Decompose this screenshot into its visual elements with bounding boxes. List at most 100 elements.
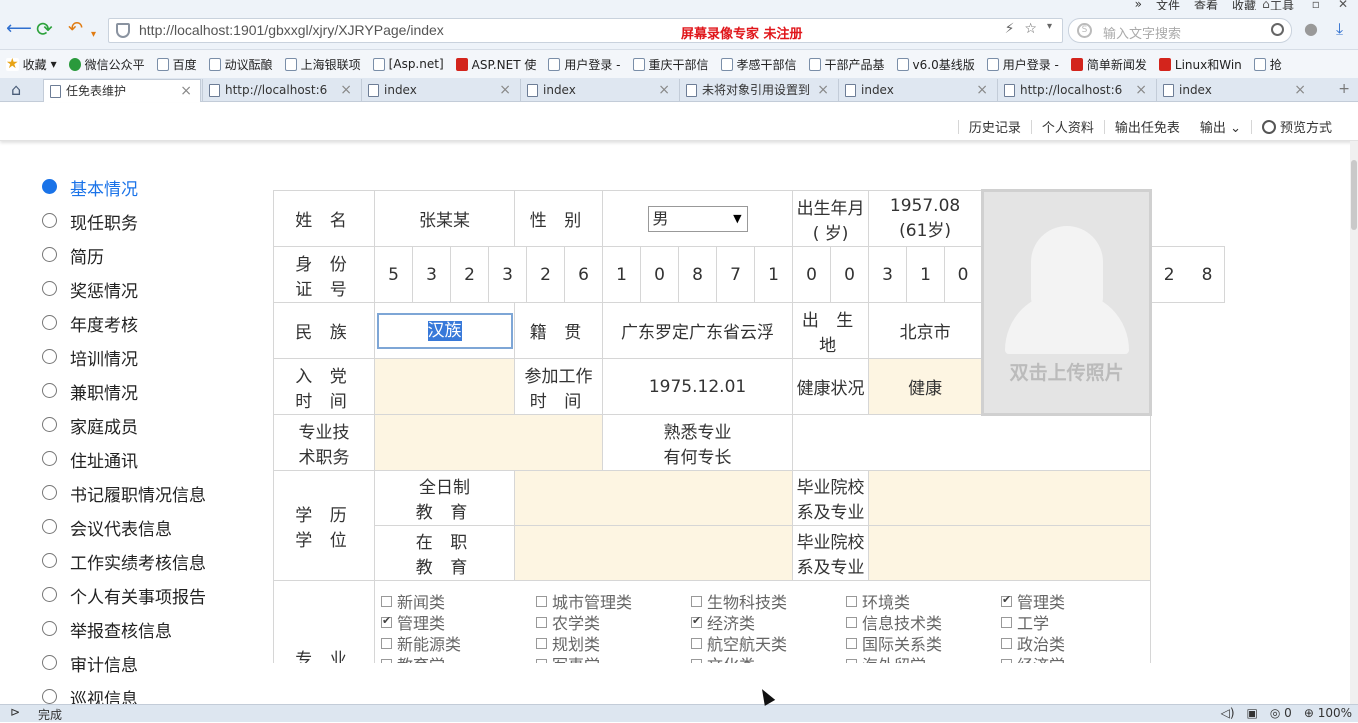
briefcase-icon[interactable]: ▣ <box>1247 706 1258 720</box>
radio[interactable] <box>42 315 57 330</box>
checkbox[interactable] <box>846 616 857 628</box>
id-digit[interactable]: 1 <box>602 246 641 303</box>
nav-item[interactable]: 审计信息 <box>40 646 206 680</box>
address-dropdown-icon[interactable]: ▾ <box>1047 21 1052 37</box>
favorite-item[interactable]: 简单新闻发 <box>1070 56 1147 73</box>
radio[interactable] <box>42 621 57 636</box>
radio[interactable] <box>42 519 57 534</box>
preview-mode-button[interactable]: 预览方式 <box>1252 117 1342 136</box>
radio[interactable] <box>42 417 57 432</box>
nav-item[interactable]: 奖惩情况 <box>40 272 206 306</box>
home-icon[interactable]: ⌂ <box>11 80 21 99</box>
id-digit[interactable]: 1 <box>753 246 794 303</box>
export-dropdown-button[interactable]: 输出 ⌄ <box>1190 117 1251 136</box>
favorite-item[interactable]: [Asp.net] <box>372 57 444 71</box>
id-digit[interactable]: 3 <box>412 246 451 303</box>
favorite-item[interactable]: 抢 <box>1253 56 1282 73</box>
radio[interactable] <box>42 587 57 602</box>
nav-item[interactable]: 简历 <box>40 238 206 272</box>
nav-item[interactable]: 会议代表信息 <box>40 510 206 544</box>
close-tab-icon[interactable]: × <box>180 80 192 102</box>
checkbox-checked[interactable] <box>691 614 702 628</box>
category-checkbox[interactable]: 海外留学 <box>846 652 926 663</box>
close-tab-icon[interactable]: × <box>1294 79 1306 101</box>
checkbox[interactable] <box>1001 637 1012 649</box>
search-placeholder[interactable]: 输入文字搜索 <box>1103 23 1181 42</box>
nav-item[interactable]: 书记履职情况信息 <box>40 476 206 510</box>
checkbox[interactable] <box>691 637 702 649</box>
favorite-item[interactable]: 干部产品基 <box>808 56 885 73</box>
fulltime-education-field[interactable] <box>513 470 794 526</box>
work-date-field[interactable]: 1975.12.01 <box>601 358 794 415</box>
history-button[interactable]: 历史记录 <box>959 117 1031 136</box>
radio[interactable] <box>42 281 57 296</box>
id-digit[interactable]: 7 <box>716 246 755 303</box>
fulltime-school-field[interactable] <box>868 470 1152 526</box>
refresh-icon[interactable]: ⟳ <box>36 19 53 39</box>
specialty-field[interactable] <box>792 414 1152 471</box>
id-digit[interactable]: 6 <box>564 246 603 303</box>
checkbox[interactable] <box>846 637 857 649</box>
checkbox[interactable] <box>536 637 547 649</box>
tab[interactable]: http://localhost:6 × <box>202 79 360 102</box>
adblock-count[interactable]: ◎ 0 <box>1270 706 1292 720</box>
favorite-item[interactable]: 用户登录 - <box>986 56 1059 73</box>
back-icon[interactable]: ⟵ <box>6 19 32 39</box>
checkbox[interactable] <box>846 595 857 607</box>
checkbox[interactable] <box>1001 658 1012 663</box>
nav-item-basic[interactable]: 基本情况 <box>40 170 206 204</box>
scrollbar-thumb[interactable] <box>1351 160 1357 230</box>
radio[interactable] <box>42 451 57 466</box>
tab-active[interactable]: 任免表维护 × <box>43 79 201 102</box>
close-tab-icon[interactable]: × <box>340 79 352 101</box>
health-field[interactable]: 健康 <box>868 358 984 415</box>
favorite-item[interactable]: 重庆干部信 <box>632 56 709 73</box>
address-field[interactable]: http://localhost:1901/gbxxgl/xjry/XJRYPa… <box>108 18 1063 43</box>
native-field[interactable]: 广东罗定广东省云浮 <box>601 302 794 359</box>
radio[interactable] <box>42 553 57 568</box>
volume-icon[interactable]: ◁) <box>1221 706 1235 720</box>
close-tab-icon[interactable]: × <box>817 79 829 101</box>
tab[interactable]: index × <box>838 79 996 102</box>
close-tab-icon[interactable]: × <box>1135 79 1147 101</box>
checkbox[interactable] <box>691 595 702 607</box>
nav-item[interactable]: 工作实绩考核信息 <box>40 544 206 578</box>
lightning-icon[interactable]: ⚡ <box>1005 21 1015 37</box>
birth-field[interactable]: 1957.08 (61岁) <box>868 190 984 247</box>
checkbox[interactable] <box>1001 616 1012 628</box>
nav-item[interactable]: 住址通讯 <box>40 442 206 476</box>
nav-item[interactable]: 个人有关事项报告 <box>40 578 206 612</box>
close-tab-icon[interactable]: × <box>976 79 988 101</box>
checkbox[interactable] <box>381 595 392 607</box>
inservice-school-field[interactable] <box>868 525 1152 581</box>
tab[interactable]: index × <box>361 79 519 102</box>
category-checkbox[interactable]: 军事学 <box>536 652 600 663</box>
id-digit[interactable]: 8 <box>678 246 717 303</box>
radio[interactable] <box>42 689 57 704</box>
party-date-field[interactable] <box>374 358 515 415</box>
checkbox-checked[interactable] <box>381 614 392 628</box>
favorite-item[interactable]: 百度 <box>156 56 197 73</box>
checkbox[interactable] <box>846 658 857 663</box>
download-icon[interactable]: ⤓ <box>1336 19 1343 39</box>
favorite-item[interactable]: ASP.NET 使 <box>455 56 536 73</box>
radio[interactable] <box>42 655 57 670</box>
id-digit[interactable]: 3 <box>488 246 527 303</box>
tab[interactable]: 未将对象引用设置到 × <box>679 79 837 102</box>
radio[interactable] <box>42 247 57 262</box>
search-box[interactable]: S 输入文字搜索 <box>1068 18 1292 43</box>
favorite-item[interactable]: 上海银联项 <box>284 56 361 73</box>
close-tab-icon[interactable]: × <box>499 79 511 101</box>
search-icon[interactable] <box>1271 23 1284 36</box>
id-digit[interactable]: 3 <box>868 246 908 303</box>
id-digit[interactable]: 2 <box>450 246 489 303</box>
favorite-item[interactable]: Linux和Win <box>1158 56 1242 73</box>
tab[interactable]: index × <box>520 79 678 102</box>
photo-upload[interactable]: 双击上传照片 <box>981 189 1153 416</box>
radio-selected[interactable] <box>42 179 57 194</box>
category-checkbox[interactable]: 教育学 <box>381 652 445 663</box>
status-arrow-icon[interactable]: ⊳ <box>10 705 20 719</box>
id-digit[interactable]: 0 <box>640 246 679 303</box>
export-appointment-button[interactable]: 输出任免表 <box>1105 117 1190 136</box>
id-digit[interactable]: 2 8 <box>1150 246 1225 303</box>
